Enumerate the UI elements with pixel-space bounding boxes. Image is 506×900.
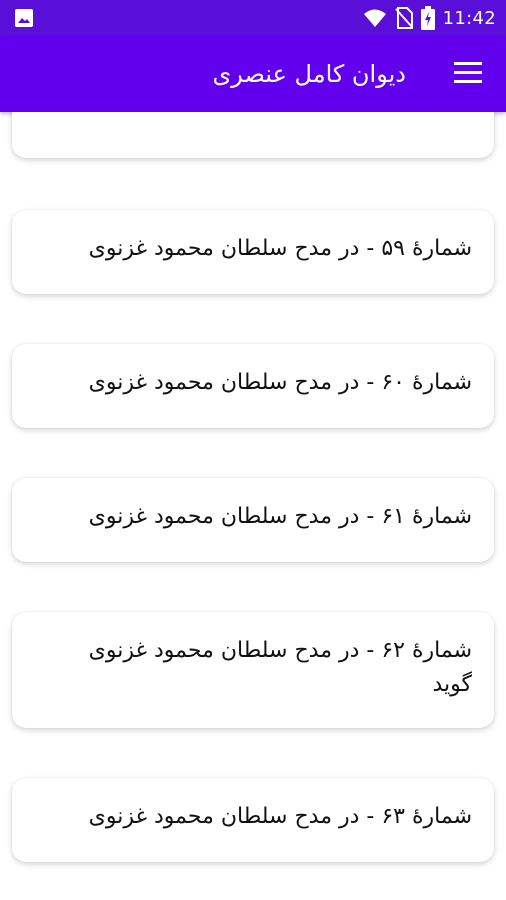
- status-time: 11:42: [442, 7, 496, 29]
- hamburger-menu-icon[interactable]: [454, 62, 482, 86]
- list-item[interactable]: شمارهٔ ۶۳ - در مدح سلطان محمود غزنوی: [12, 778, 494, 862]
- app-bar: دیوان کامل عنصری: [0, 36, 506, 112]
- list-item[interactable]: شمارهٔ ۶۱ - در مدح سلطان محمود غزنوی: [12, 478, 494, 562]
- list-item[interactable]: شمارهٔ ۶۲ - در مدح سلطان محمود غزنوی گوی…: [12, 612, 494, 728]
- poem-title: شمارهٔ ۶۲ - در مدح سلطان محمود غزنوی گوی…: [88, 638, 472, 697]
- poem-title: شمارهٔ ۶۳ - در مدح سلطان محمود غزنوی: [88, 804, 472, 829]
- list-item[interactable]: [12, 112, 494, 158]
- battery-charging-icon: [420, 6, 435, 30]
- poem-list[interactable]: شمارهٔ ۵۹ - در مدح سلطان محمود غزنوی شما…: [0, 112, 506, 900]
- status-bar: 11:42: [0, 0, 506, 36]
- poem-title: شمارهٔ ۶۰ - در مدح سلطان محمود غزنوی: [88, 370, 472, 395]
- list-item[interactable]: شمارهٔ ۵۹ - در مدح سلطان محمود غزنوی: [12, 210, 494, 294]
- poem-title: شمارهٔ ۵۹ - در مدح سلطان محمود غزنوی: [88, 236, 472, 261]
- wifi-icon: [363, 9, 386, 27]
- list-item[interactable]: شمارهٔ ۶۰ - در مدح سلطان محمود غزنوی: [12, 344, 494, 428]
- image-icon: [15, 9, 33, 27]
- no-sim-icon: [394, 7, 413, 29]
- page-title: دیوان کامل عنصری: [212, 60, 407, 88]
- poem-title: شمارهٔ ۶۱ - در مدح سلطان محمود غزنوی: [88, 504, 472, 529]
